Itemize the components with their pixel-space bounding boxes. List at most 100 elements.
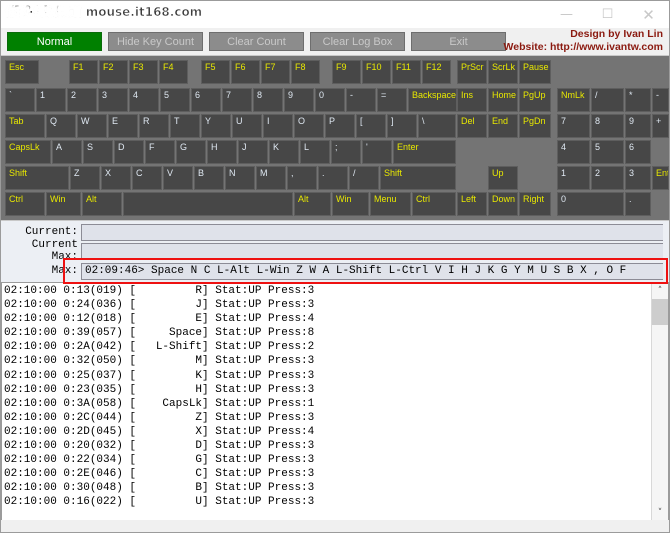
key-Enter[interactable]: Enter (393, 140, 456, 164)
key-Enter[interactable]: Enter (652, 166, 669, 190)
key-F3[interactable]: F3 (129, 60, 158, 84)
key-U[interactable]: U (232, 114, 262, 138)
key-W[interactable]: W (77, 114, 107, 138)
key-4[interactable]: 4 (129, 88, 159, 112)
key-Ins[interactable]: Ins (457, 88, 487, 112)
key-Backspace[interactable]: Backspace (408, 88, 457, 112)
key-I[interactable]: I (263, 114, 293, 138)
key-B[interactable]: B (194, 166, 224, 190)
key-sym[interactable]: * (625, 88, 651, 112)
key-D[interactable]: D (114, 140, 144, 164)
key-Y[interactable]: Y (201, 114, 231, 138)
key-7[interactable]: 7 (222, 88, 252, 112)
key-C[interactable]: C (132, 166, 162, 190)
key-Ctrl[interactable]: Ctrl (5, 192, 45, 216)
key-Q[interactable]: Q (46, 114, 76, 138)
key-sym[interactable]: ' (362, 140, 392, 164)
exit-button[interactable]: Exit (411, 32, 506, 51)
key-Del[interactable]: Del (457, 114, 487, 138)
key-8[interactable]: 8 (253, 88, 283, 112)
key-G[interactable]: G (176, 140, 206, 164)
log-scrollbar[interactable]: ˄ ˅ (651, 283, 668, 520)
key-Down[interactable]: Down (488, 192, 518, 216)
key-V[interactable]: V (163, 166, 193, 190)
key-PgUp[interactable]: PgUp (519, 88, 551, 112)
key-F6[interactable]: F6 (231, 60, 260, 84)
key-1[interactable]: 1 (36, 88, 66, 112)
key-space[interactable] (123, 192, 293, 216)
key-sym[interactable]: - (346, 88, 376, 112)
key-NmLk[interactable]: NmLk (557, 88, 590, 112)
key-sym[interactable]: ; (331, 140, 361, 164)
key-Shift[interactable]: Shift (380, 166, 456, 190)
key-F4[interactable]: F4 (159, 60, 188, 84)
key-O[interactable]: O (294, 114, 324, 138)
key-sym[interactable]: - (652, 88, 669, 112)
key-0[interactable]: 0 (557, 192, 624, 216)
key-N[interactable]: N (225, 166, 255, 190)
key-5[interactable]: 5 (591, 140, 624, 164)
max-field[interactable]: 02:09:46> Space N C L-Alt L-Win Z W A L-… (81, 262, 663, 280)
key-sym[interactable]: . (318, 166, 348, 190)
key-4[interactable]: 4 (557, 140, 590, 164)
normal-mode-button[interactable]: Normal (7, 32, 102, 51)
key-P[interactable]: P (325, 114, 355, 138)
key-PrScr[interactable]: PrScr (457, 60, 487, 84)
key-3[interactable]: 3 (98, 88, 128, 112)
key-F9[interactable]: F9 (332, 60, 361, 84)
key-sym[interactable]: ] (387, 114, 417, 138)
key-Shift[interactable]: Shift (5, 166, 69, 190)
scroll-up-icon[interactable]: ˄ (652, 283, 668, 298)
key-F10[interactable]: F10 (362, 60, 391, 84)
key-Home[interactable]: Home (488, 88, 518, 112)
key-sym[interactable]: , (287, 166, 317, 190)
key-5[interactable]: 5 (160, 88, 190, 112)
key-0[interactable]: 0 (315, 88, 345, 112)
key-sym[interactable]: ` (5, 88, 35, 112)
key-sym[interactable]: \ (418, 114, 456, 138)
key-F[interactable]: F (145, 140, 175, 164)
key-Menu[interactable]: Menu (370, 192, 411, 216)
key-A[interactable]: A (52, 140, 82, 164)
clear-count-button[interactable]: Clear Count (209, 32, 304, 51)
key-ScrLk[interactable]: ScrLk (488, 60, 518, 84)
key-End[interactable]: End (488, 114, 518, 138)
key-F12[interactable]: F12 (422, 60, 451, 84)
key-6[interactable]: 6 (625, 140, 651, 164)
key-Up[interactable]: Up (488, 166, 518, 190)
key-Win[interactable]: Win (332, 192, 369, 216)
key-2[interactable]: 2 (67, 88, 97, 112)
current-max-field[interactable] (81, 242, 663, 260)
key-Ctrl[interactable]: Ctrl (412, 192, 456, 216)
key-X[interactable]: X (101, 166, 131, 190)
key-9[interactable]: 9 (625, 114, 651, 138)
key-sym[interactable]: . (625, 192, 651, 216)
key-L[interactable]: L (300, 140, 330, 164)
key-J[interactable]: J (238, 140, 268, 164)
key-E[interactable]: E (108, 114, 138, 138)
key-F7[interactable]: F7 (261, 60, 290, 84)
scrollbar-thumb[interactable] (652, 299, 668, 325)
maximize-icon[interactable]: ☐ (587, 1, 628, 28)
current-field[interactable] (81, 223, 663, 241)
key-CapsLk[interactable]: CapsLk (5, 140, 51, 164)
hide-key-count-button[interactable]: Hide Key Count (108, 32, 203, 51)
key-Right[interactable]: Right (519, 192, 551, 216)
clear-log-box-button[interactable]: Clear Log Box (310, 32, 405, 51)
key-sym[interactable]: + (652, 114, 669, 138)
scroll-down-icon[interactable]: ˅ (652, 505, 668, 520)
key-sym[interactable]: [ (356, 114, 386, 138)
key-PgDn[interactable]: PgDn (519, 114, 551, 138)
key-Z[interactable]: Z (70, 166, 100, 190)
key-R[interactable]: R (139, 114, 169, 138)
key-Tab[interactable]: Tab (5, 114, 45, 138)
key-H[interactable]: H (207, 140, 237, 164)
key-Win[interactable]: Win (46, 192, 81, 216)
key-2[interactable]: 2 (591, 166, 624, 190)
key-T[interactable]: T (170, 114, 200, 138)
key-9[interactable]: 9 (284, 88, 314, 112)
key-8[interactable]: 8 (591, 114, 624, 138)
key-F8[interactable]: F8 (291, 60, 320, 84)
key-F11[interactable]: F11 (392, 60, 421, 84)
key-6[interactable]: 6 (191, 88, 221, 112)
